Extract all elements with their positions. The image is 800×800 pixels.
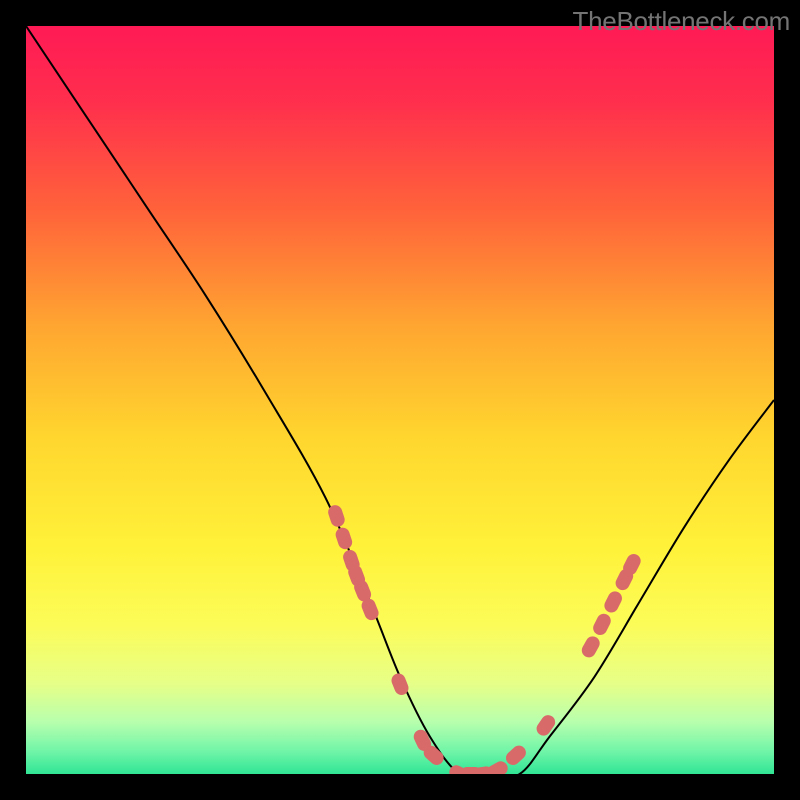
watermark-text: TheBottleneck.com [573, 6, 790, 37]
chart-background-gradient [26, 26, 774, 774]
bottleneck-chart [26, 26, 774, 774]
chart-svg [26, 26, 774, 774]
